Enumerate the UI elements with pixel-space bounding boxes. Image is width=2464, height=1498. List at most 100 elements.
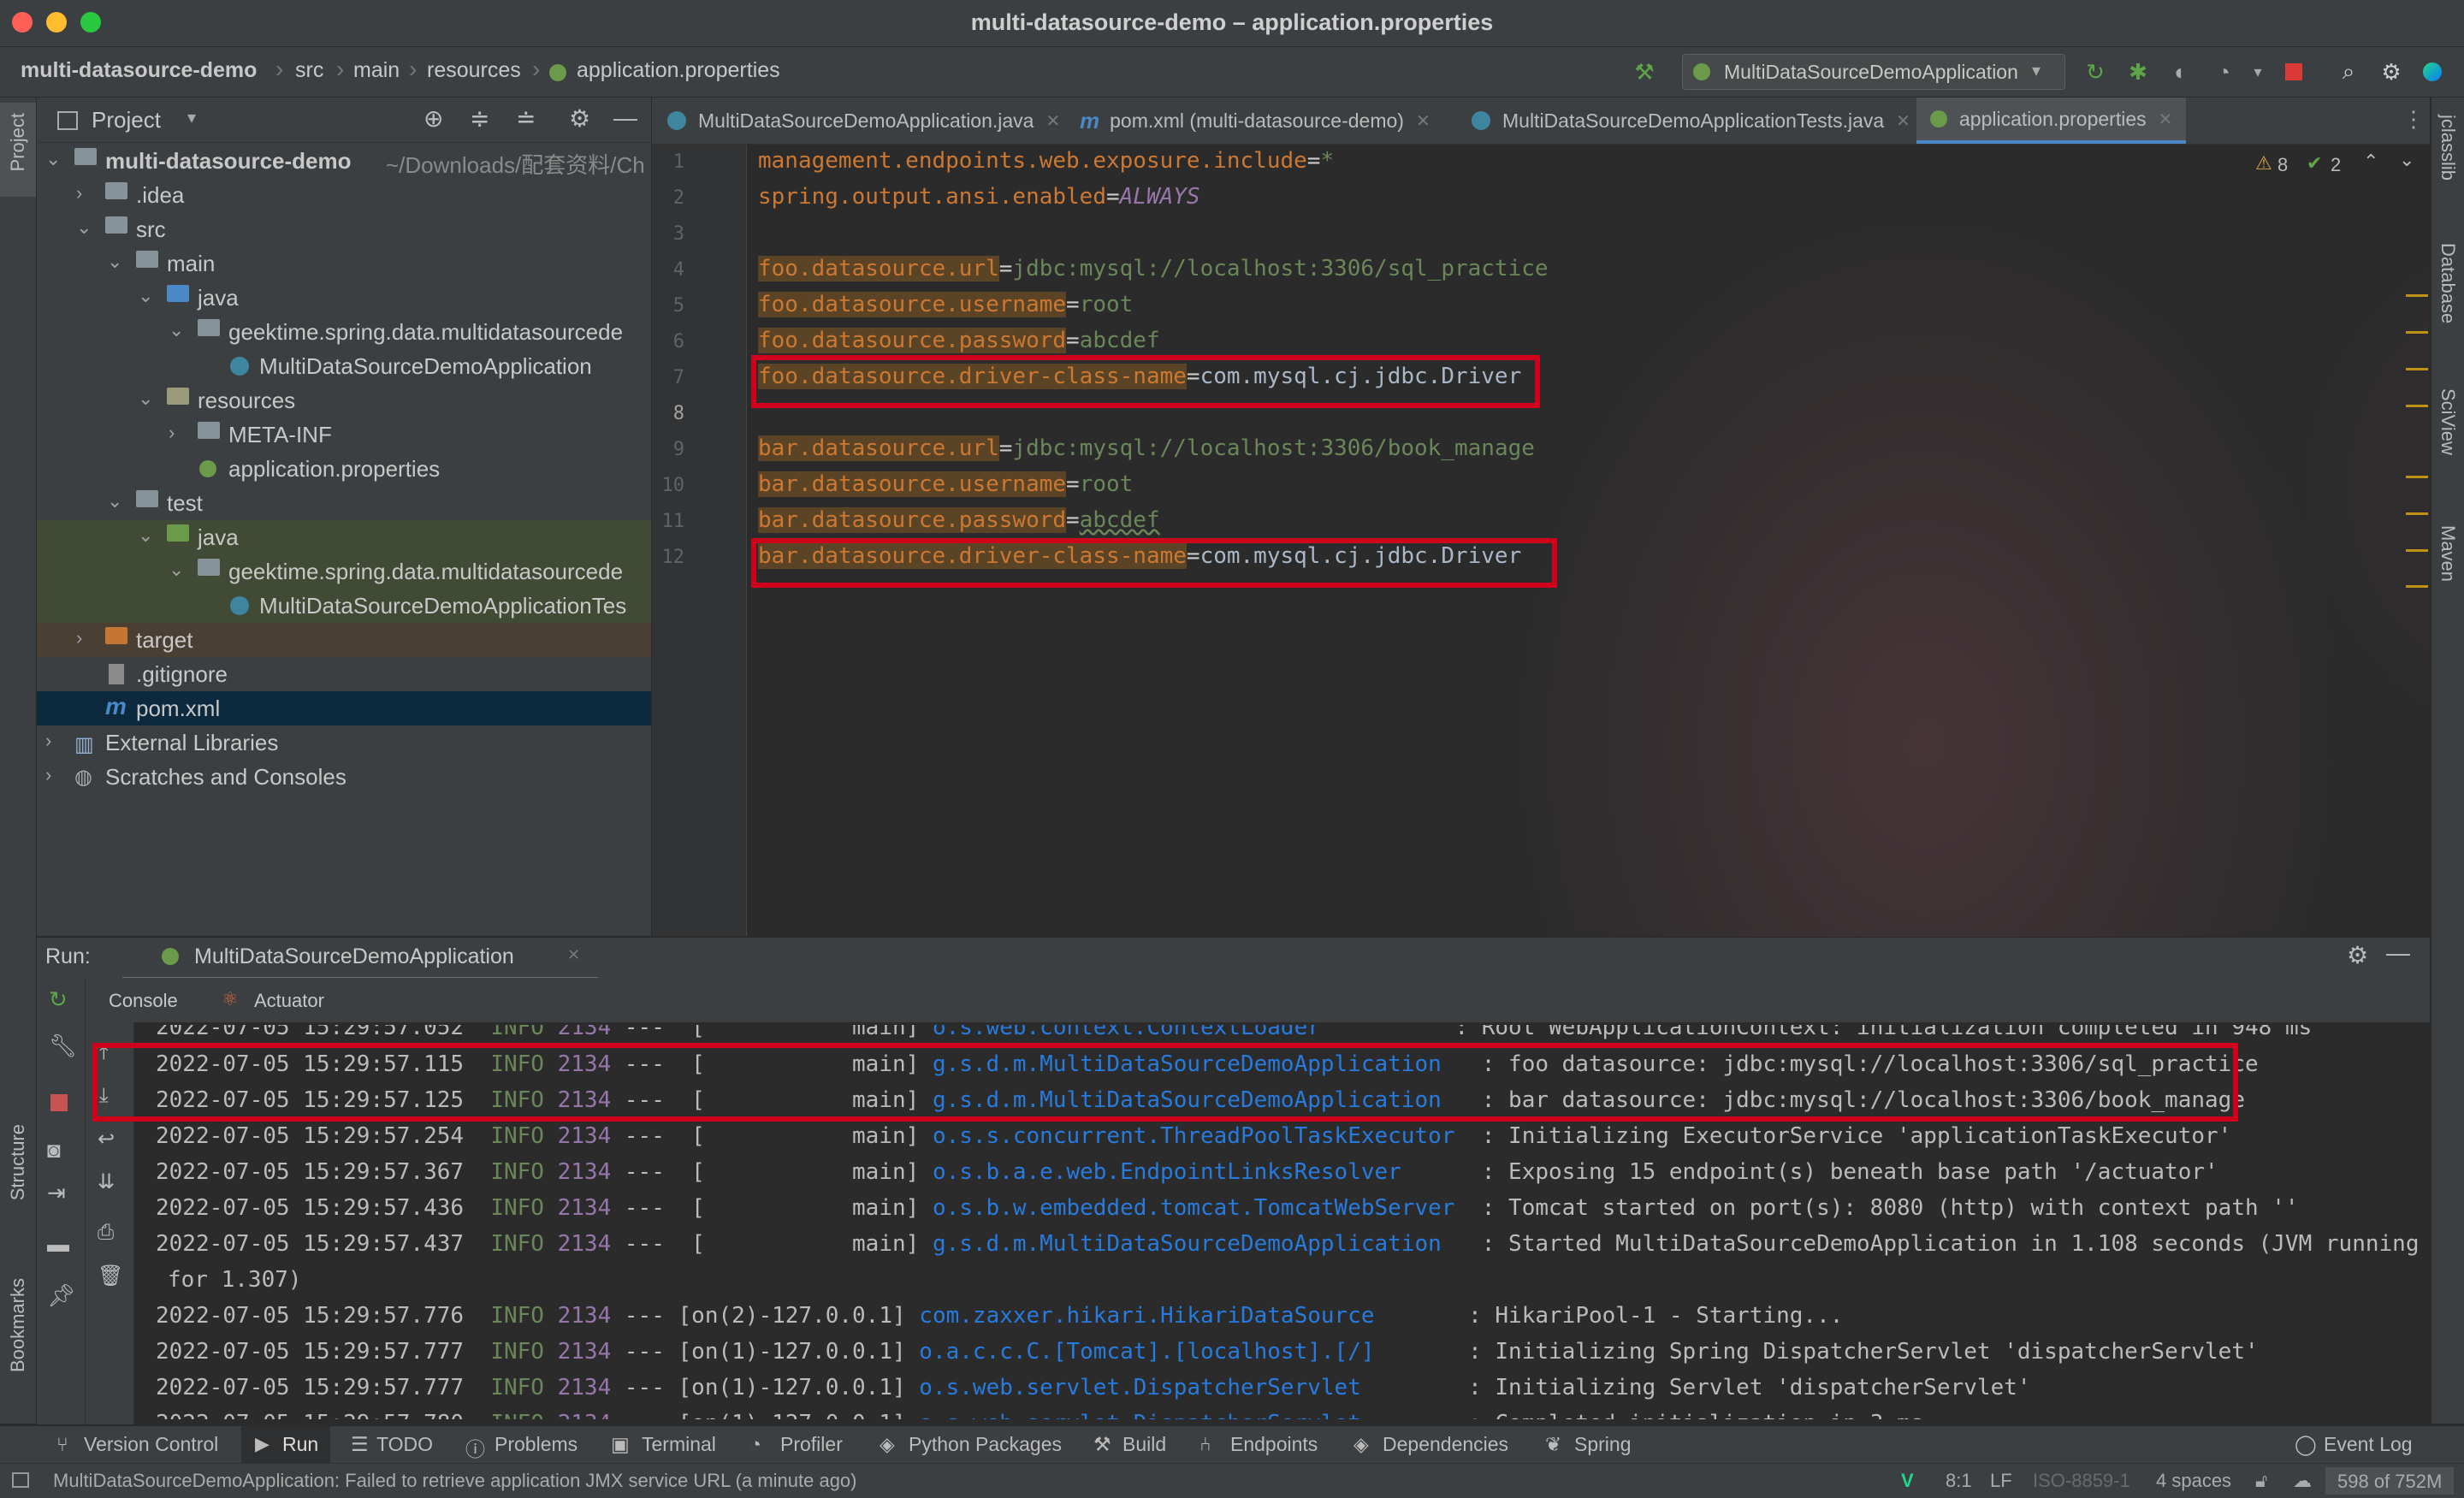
breadcrumb-project[interactable]: multi-datasource-demo bbox=[21, 58, 257, 83]
tree-item-test[interactable]: ⌄ test bbox=[37, 486, 651, 520]
rerun-icon[interactable]: ↻ bbox=[49, 986, 68, 1013]
project-view-label[interactable]: Project bbox=[92, 107, 161, 133]
close-icon[interactable]: ✕ bbox=[1416, 110, 1430, 132]
chevron-up-icon[interactable]: ⌃ bbox=[2363, 151, 2378, 173]
tab-todo[interactable]: TODO bbox=[376, 1433, 433, 1456]
sciview-tool-label[interactable]: SciView bbox=[2437, 388, 2459, 455]
tab-terminal[interactable]: Terminal bbox=[642, 1433, 716, 1456]
tab-profiler[interactable]: Profiler bbox=[780, 1433, 843, 1456]
code-line-6[interactable]: foo.datasource.password=abcdef bbox=[758, 328, 1160, 353]
tree-item-test-java[interactable]: ⌄ java bbox=[37, 520, 651, 554]
check-icon[interactable]: ✔ bbox=[2307, 152, 2322, 175]
close-icon[interactable]: ✕ bbox=[1045, 110, 1060, 132]
tab-build[interactable]: Build bbox=[1122, 1433, 1166, 1456]
rerun-icon[interactable]: ↻ bbox=[2081, 57, 2110, 86]
wrench-icon[interactable]: 🔧︎ bbox=[49, 1033, 77, 1059]
tree-item-pom[interactable]: m pom.xml bbox=[37, 691, 651, 725]
soft-wrap-icon[interactable]: ↩ bbox=[98, 1127, 115, 1152]
project-tool-tab[interactable]: Project bbox=[0, 103, 36, 197]
code-line-11[interactable]: bar.datasource.password=abcdef bbox=[758, 507, 1160, 533]
tree-item-main-java[interactable]: ⌄ java bbox=[37, 281, 651, 315]
tab-pom[interactable]: m pom.xml (multi-datasource-demo) ✕ bbox=[1080, 98, 1430, 144]
warning-stripe-mark[interactable] bbox=[2406, 331, 2428, 334]
bookmarks-tool-label[interactable]: Bookmarks bbox=[7, 1278, 29, 1372]
gear-icon[interactable]: ⚙ bbox=[569, 104, 590, 133]
tree-item-main-package[interactable]: ⌄ geektime.spring.data.multidatasourcede bbox=[37, 315, 651, 349]
trash-icon[interactable]: 🗑︎ bbox=[98, 1264, 123, 1288]
gear-icon[interactable]: ⚙ bbox=[2377, 57, 2406, 86]
build-hammer-icon[interactable]: ⚒ bbox=[1630, 57, 1659, 86]
tree-item-external-libraries[interactable]: › ▥ External Libraries bbox=[37, 725, 651, 760]
exit-icon[interactable]: ⇥ bbox=[47, 1180, 66, 1206]
code-line-2[interactable]: spring.output.ansi.enabled=ALWAYS bbox=[758, 184, 1200, 210]
more-tabs-icon[interactable]: ⋮ bbox=[2402, 106, 2425, 133]
tab-python-packages[interactable]: Python Packages bbox=[909, 1433, 1062, 1456]
tab-console[interactable]: Console bbox=[109, 990, 178, 1012]
print-icon[interactable]: ⎙ bbox=[98, 1221, 114, 1245]
tab-problems[interactable]: Problems bbox=[495, 1433, 578, 1456]
tree-item-target[interactable]: › target bbox=[37, 623, 651, 657]
tree-item-test-class[interactable]: MultiDataSourceDemoApplicationTes bbox=[37, 589, 651, 623]
breadcrumb-main[interactable]: main bbox=[353, 58, 400, 83]
profiler-icon[interactable]: ◔ bbox=[2209, 57, 2238, 86]
tree-item-src[interactable]: ⌄ src bbox=[37, 212, 651, 246]
hide-panel-icon[interactable]: — bbox=[613, 104, 637, 132]
coverage-icon[interactable]: ◐ bbox=[2166, 57, 2195, 86]
caret-position[interactable]: 8:1 bbox=[1946, 1470, 1972, 1492]
structure-tool-label[interactable]: Structure bbox=[7, 1124, 29, 1200]
breadcrumb-file[interactable]: application.properties bbox=[577, 58, 780, 83]
hide-panel-icon[interactable]: — bbox=[2386, 939, 2410, 967]
pin-icon[interactable]: 📌︎ bbox=[47, 1282, 75, 1309]
collapse-all-icon[interactable]: ≐ bbox=[516, 104, 536, 133]
tab-actuator[interactable]: Actuator bbox=[254, 990, 324, 1012]
stop-icon[interactable] bbox=[50, 1094, 68, 1111]
indent-setting[interactable]: 4 spaces bbox=[2156, 1470, 2231, 1492]
tab-event-log[interactable]: Event Log bbox=[2324, 1433, 2413, 1456]
run-config-tab[interactable]: MultiDataSourceDemoApplication ✕ bbox=[122, 938, 598, 980]
run-config-selector[interactable]: MultiDataSourceDemoApplication ▾ bbox=[1682, 54, 2065, 90]
tree-item-gitignore[interactable]: .gitignore bbox=[37, 657, 651, 691]
layout-icon[interactable]: ▬ bbox=[47, 1231, 69, 1258]
tab-tests-class[interactable]: MultiDataSourceDemoApplicationTests.java… bbox=[1472, 98, 1910, 144]
line-separator[interactable]: LF bbox=[1990, 1470, 2012, 1492]
warning-stripe-mark[interactable] bbox=[2406, 368, 2428, 370]
tree-item-main[interactable]: ⌄ main bbox=[37, 246, 651, 281]
camera-icon[interactable]: ◙ bbox=[47, 1137, 61, 1163]
database-tool-label[interactable]: Database bbox=[2437, 243, 2459, 323]
gear-icon[interactable]: ⚙ bbox=[2347, 941, 2368, 969]
code-line-9[interactable]: bar.datasource.url=jdbc:mysql://localhos… bbox=[758, 435, 1535, 461]
tab-version-control[interactable]: Version Control bbox=[84, 1433, 218, 1456]
code-line-5[interactable]: foo.datasource.username=root bbox=[758, 292, 1133, 317]
tree-item-test-package[interactable]: ⌄ geektime.spring.data.multidatasourcede bbox=[37, 554, 651, 589]
expand-all-icon[interactable]: ≑ bbox=[470, 104, 489, 133]
warning-stripe-mark[interactable] bbox=[2406, 549, 2428, 552]
chevron-down-icon[interactable]: ⌄ bbox=[2399, 149, 2414, 171]
tree-item-project-root[interactable]: ⌄ multi-datasource-demo ~/Downloads/配套资料… bbox=[37, 144, 651, 178]
close-icon[interactable]: ✕ bbox=[567, 946, 580, 964]
breadcrumb-resources[interactable]: resources bbox=[427, 58, 521, 83]
tab-run-active[interactable]: ▶ Run bbox=[241, 1426, 330, 1464]
scroll-to-end-icon[interactable]: ⇊ bbox=[98, 1169, 115, 1194]
warning-stripe-mark[interactable] bbox=[2406, 512, 2428, 515]
memory-indicator[interactable]: 598 of 752M bbox=[2325, 1467, 2454, 1495]
warning-stripe-mark[interactable] bbox=[2406, 585, 2428, 588]
close-icon[interactable]: ✕ bbox=[2159, 109, 2173, 130]
debug-bug-icon[interactable]: ✱ bbox=[2123, 57, 2153, 86]
locate-icon[interactable]: ⊕ bbox=[424, 104, 443, 133]
code-line-4[interactable]: foo.datasource.url=jdbc:mysql://localhos… bbox=[758, 256, 1549, 281]
maven-tool-label[interactable]: Maven bbox=[2437, 525, 2459, 582]
warning-stripe-mark[interactable] bbox=[2406, 476, 2428, 478]
chevron-down-icon[interactable]: ▾ bbox=[187, 107, 196, 128]
tab-application-properties[interactable]: application.properties ✕ bbox=[1916, 98, 2187, 144]
tree-item-resources[interactable]: ⌄ resources bbox=[37, 383, 651, 417]
tree-item-application-properties[interactable]: application.properties bbox=[37, 452, 651, 486]
tree-item-idea[interactable]: › .idea bbox=[37, 178, 651, 212]
status-message[interactable]: MultiDataSourceDemoApplication: Failed t… bbox=[53, 1470, 857, 1492]
tab-endpoints[interactable]: Endpoints bbox=[1230, 1433, 1318, 1456]
code-line-1[interactable]: management.endpoints.web.exposure.includ… bbox=[758, 148, 1334, 174]
warning-icon[interactable]: ⚠ bbox=[2255, 152, 2272, 175]
lock-icon[interactable]: 🔓︎ bbox=[2255, 1470, 2267, 1492]
search-icon[interactable]: ⌕ bbox=[2334, 57, 2363, 86]
close-icon[interactable]: ✕ bbox=[1896, 110, 1910, 132]
warning-stripe-mark[interactable] bbox=[2406, 405, 2428, 407]
